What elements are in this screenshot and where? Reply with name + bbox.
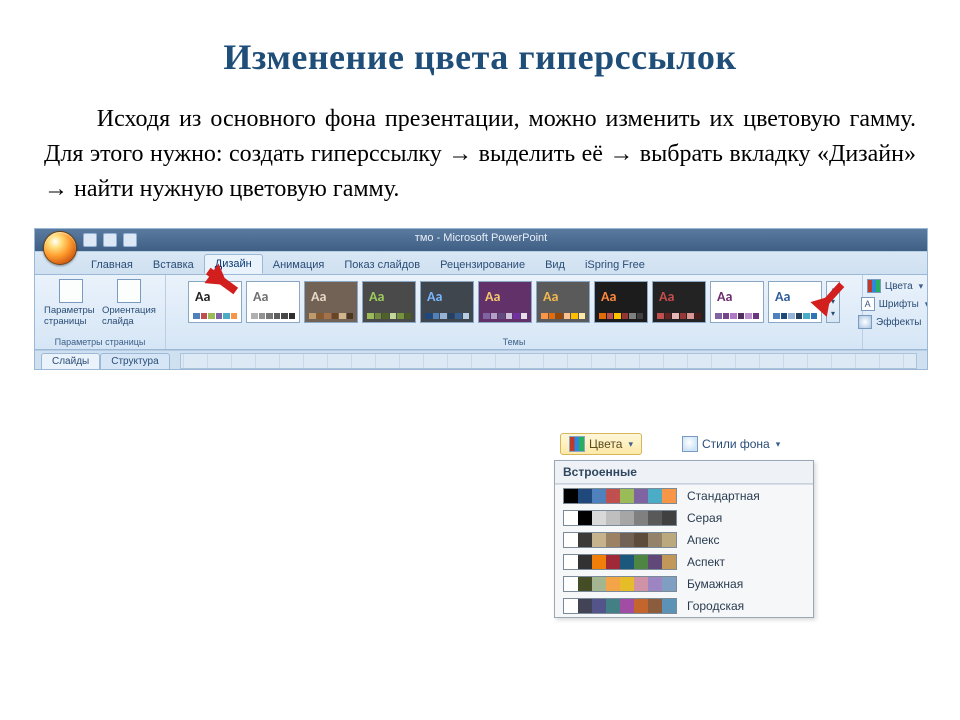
tab-вставка[interactable]: Вставка (143, 256, 204, 274)
scheme-swatches (563, 554, 677, 570)
theme-sample-text: Aa (601, 288, 616, 305)
colors-dropdown-label: Цвета (589, 437, 622, 451)
color-scheme-item[interactable]: Серая (555, 507, 813, 529)
background-styles-icon (682, 436, 698, 452)
window-title: тмо - Microsoft PowerPoint (415, 232, 547, 244)
theme-swatch-row (541, 313, 585, 319)
page-setup-icon (59, 279, 83, 303)
color-scheme-item[interactable]: Аспект (555, 551, 813, 573)
horizontal-ruler (180, 353, 917, 369)
theme-sample-text: Aa (253, 288, 268, 305)
tab-показ слайдов[interactable]: Показ слайдов (334, 256, 430, 274)
orientation-icon (117, 279, 141, 303)
tab-slides[interactable]: Слайды (41, 353, 100, 369)
theme-swatch-row (193, 313, 237, 319)
theme-thumbnail[interactable]: Aa (594, 281, 648, 323)
tab-ispring free[interactable]: iSpring Free (575, 256, 655, 274)
scheme-name: Апекс (687, 533, 720, 547)
background-styles-label: Стили фона (702, 437, 770, 451)
group-label-page-setup: Параметры страницы (41, 335, 159, 347)
theme-thumbnail[interactable]: Aa (362, 281, 416, 323)
effects-button[interactable]: Эффекты▾ (858, 313, 928, 331)
theme-gallery: AaAaAaAaAaAaAaAaAaAaAa▴▾▾ (188, 279, 840, 325)
powerpoint-ribbon: тмо - Microsoft PowerPoint ГлавнаяВставк… (34, 228, 928, 370)
theme-swatch-row (773, 313, 817, 319)
effects-label: Эффекты (876, 317, 921, 328)
group-themes: AaAaAaAaAaAaAaAaAaAaAa▴▾▾ Темы (166, 275, 863, 349)
page-setup-button[interactable]: Параметры страницы (44, 279, 98, 327)
theme-sample-text: Aa (775, 288, 790, 305)
colors-dropdown-panel: Цвета ▾ Стили фона ▾ Встроенные Стандарт… (554, 432, 814, 618)
fonts-button[interactable]: A Шрифты▾ (861, 295, 928, 313)
scheme-name: Стандартная (687, 489, 760, 503)
theme-swatch-row (309, 313, 353, 319)
page-setup-label: Параметры страницы (44, 305, 98, 327)
theme-thumbnail[interactable]: Aa (652, 281, 706, 323)
group-theme-options: Цвета▾ A Шрифты▾ Эффекты▾ (863, 275, 927, 349)
color-scheme-item[interactable]: Городская (555, 595, 813, 617)
scheme-swatches (563, 488, 677, 504)
tab-structure[interactable]: Структура (100, 353, 169, 369)
theme-sample-text: Aa (485, 288, 500, 305)
scheme-swatches (563, 532, 677, 548)
theme-swatch-row (251, 313, 295, 319)
theme-thumbnail[interactable]: Aa (536, 281, 590, 323)
background-styles-button[interactable]: Стили фона ▾ (676, 434, 786, 454)
colors-button[interactable]: Цвета▾ (867, 277, 923, 295)
color-scheme-item[interactable]: Стандартная (555, 485, 813, 507)
outline-slides-tabs: Слайды Структура (41, 353, 170, 369)
theme-sample-text: Aa (717, 288, 732, 305)
qat-save-icon[interactable] (83, 233, 97, 247)
theme-sample-text: Aa (195, 288, 210, 305)
color-scheme-item[interactable]: Бумажная (555, 573, 813, 595)
scheme-swatches (563, 598, 677, 614)
fonts-label: Шрифты (879, 299, 919, 310)
colors-section-header: Встроенные (555, 461, 813, 484)
theme-sample-text: Aa (427, 288, 442, 305)
colors-label: Цвета (885, 281, 913, 292)
theme-swatch-row (483, 313, 527, 319)
quick-access-toolbar: тмо - Microsoft PowerPoint (35, 229, 927, 251)
slide-orientation-button[interactable]: Ориентация слайда (102, 279, 156, 327)
theme-swatch-row (425, 313, 469, 319)
colors-icon (867, 279, 881, 293)
scheme-swatches (563, 576, 677, 592)
qat-undo-icon[interactable] (103, 233, 117, 247)
group-label-themes: Темы (172, 335, 856, 347)
tab-анимация[interactable]: Анимация (263, 256, 335, 274)
theme-swatch-row (715, 313, 759, 319)
effects-icon (858, 315, 872, 329)
scheme-name: Городская (687, 599, 744, 613)
theme-thumbnail[interactable]: Aa (304, 281, 358, 323)
tab-главная[interactable]: Главная (81, 256, 143, 274)
theme-sample-text: Aa (311, 288, 326, 305)
qat-redo-icon[interactable] (123, 233, 137, 247)
scheme-name: Серая (687, 511, 722, 525)
group-page-setup: Параметры страницы Ориентация слайда Пар… (35, 275, 166, 349)
theme-swatch-row (367, 313, 411, 319)
theme-sample-text: Aa (543, 288, 558, 305)
orientation-label: Ориентация слайда (102, 305, 156, 327)
theme-thumbnail[interactable]: Aa (246, 281, 300, 323)
theme-sample-text: Aa (659, 288, 674, 305)
theme-swatch-row (599, 313, 643, 319)
page-title: Изменение цвета гиперссылок (44, 36, 916, 78)
color-scheme-item[interactable]: Апекс (555, 529, 813, 551)
instructions-paragraph: Исходя из основного фона презентации, мо… (44, 102, 916, 206)
tab-рецензирование[interactable]: Рецензирование (430, 256, 535, 274)
theme-thumbnail[interactable]: Aa (710, 281, 764, 323)
theme-thumbnail[interactable]: Aa (478, 281, 532, 323)
theme-swatch-row (657, 313, 701, 319)
colors-dropdown-button[interactable]: Цвета ▾ (560, 433, 642, 455)
color-scheme-list: Стандартная Серая Апекс Аспект Бумажная Город… (555, 484, 813, 617)
scheme-name: Бумажная (687, 577, 743, 591)
tabs-row: ГлавнаяВставкаДизайнАнимацияПоказ слайдо… (35, 251, 927, 275)
scheme-swatches (563, 510, 677, 526)
colors-icon (569, 436, 585, 452)
theme-sample-text: Aa (369, 288, 384, 305)
theme-thumbnail[interactable]: Aa (420, 281, 474, 323)
tab-вид[interactable]: Вид (535, 256, 575, 274)
scheme-name: Аспект (687, 555, 725, 569)
fonts-icon: A (861, 297, 875, 311)
